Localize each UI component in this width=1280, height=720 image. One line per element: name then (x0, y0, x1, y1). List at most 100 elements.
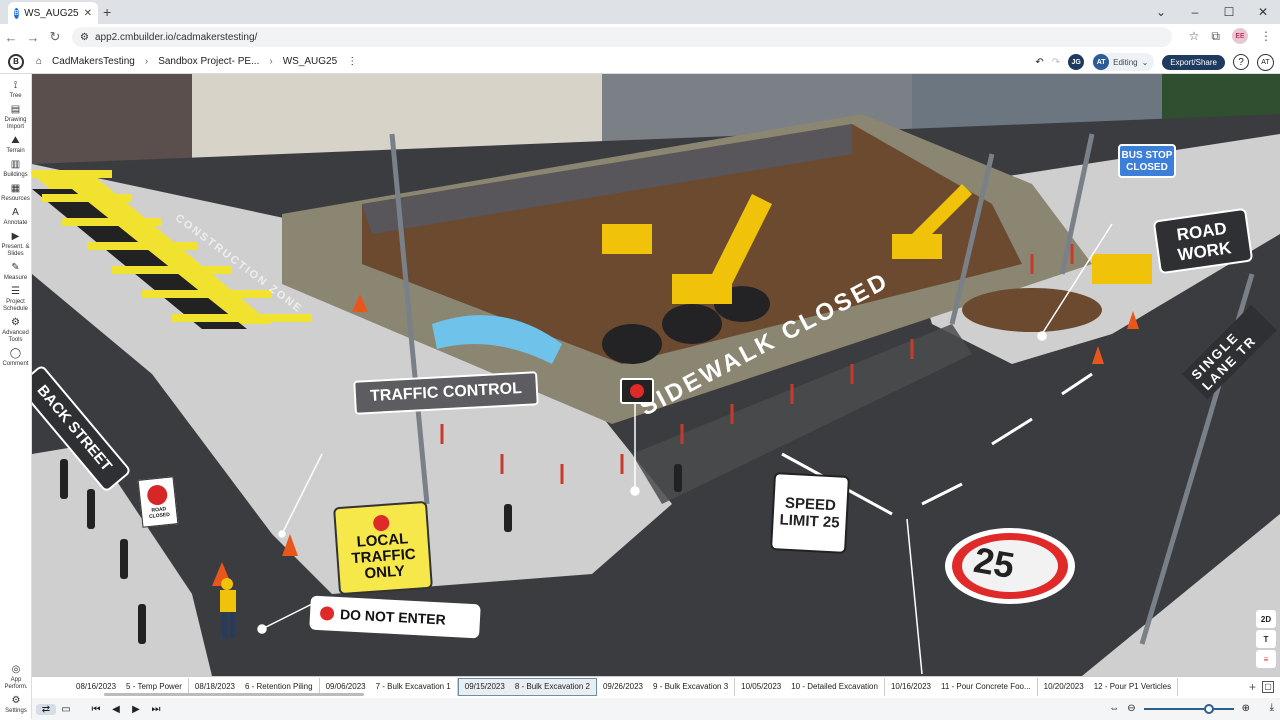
phase-date: 09/06/2023 (325, 682, 366, 691)
text-tool-icon[interactable]: T (1256, 630, 1276, 648)
phase-date: 10/05/2023 (741, 682, 782, 691)
more-menu-icon[interactable]: ⋮ (347, 56, 357, 67)
extensions-icon[interactable]: ⧉ (1211, 29, 1220, 44)
back-icon[interactable]: ← (0, 30, 22, 45)
close-tab-icon[interactable]: ✕ (84, 8, 92, 19)
zoom-in-icon[interactable]: ⊕ (1242, 703, 1250, 714)
present-mode-icon[interactable]: ▭ (56, 704, 76, 715)
maximize-button[interactable]: ☐ (1212, 0, 1246, 24)
tool-schedule[interactable]: ☰ Project Schedule (0, 286, 31, 313)
chevron-down-icon: ⌄ (1141, 57, 1149, 67)
tool-present[interactable]: ▶ Present. & Slides (0, 231, 31, 258)
timeline-scrollbar[interactable] (104, 693, 364, 696)
play-icon[interactable]: ▶ (126, 704, 146, 715)
2d-toggle-button[interactable]: 2D (1256, 610, 1276, 628)
timeline-mode-icon[interactable]: ⇄ (36, 703, 56, 715)
fit-icon[interactable]: ⇔ (1109, 703, 1119, 714)
forward-icon[interactable]: → (22, 30, 44, 45)
timeline-expand-icon[interactable]: ▢ (1262, 680, 1274, 693)
timeline-phase[interactable]: 09/15/2023 8 - Bulk Excavation 2 (457, 677, 597, 696)
local-traffic-only-sign[interactable]: LOCAL TRAFFIC ONLY (333, 500, 433, 596)
bottom-bar: ⇄ ▭ ⏮ ◀ ▶ ⏭ ⇔ ⊖ ⊕ ⤓ (32, 698, 1280, 720)
bookmark-star-icon[interactable]: ☆ (1189, 29, 1200, 43)
tool-drawing-import[interactable]: ▤ Drawing Import (0, 104, 31, 131)
phase-label: 7 - Bulk Excavation 1 (375, 682, 451, 691)
breadcrumb-org[interactable]: CadMakersTesting (52, 56, 135, 67)
reload-icon[interactable]: ↻ (44, 29, 66, 45)
timeline-phase[interactable]: 10/16/2023 11 - Pour Concrete Foo... (885, 677, 1038, 696)
account-avatar[interactable]: AT (1257, 53, 1274, 71)
tool-tree[interactable]: ⟟ Tree (0, 80, 31, 100)
local-traffic-text: LOCAL TRAFFIC ONLY (351, 530, 417, 583)
zoom-control: ⇔ ⊖ ⊕ (1109, 703, 1250, 714)
tool-settings[interactable]: ⚙ Settings (0, 695, 32, 715)
tree-icon: ⟟ (13, 80, 18, 91)
speed-25-marking: 25 (970, 538, 1018, 587)
zoom-slider-knob[interactable] (1203, 703, 1214, 714)
advanced-tools-icon: ⚙ (11, 317, 20, 328)
tool-label: Advanced Tools (2, 330, 29, 343)
layers-icon[interactable]: ≡ (1256, 650, 1276, 668)
tool-label: App Perform. (4, 677, 28, 690)
editing-dropdown[interactable]: AT Editing ⌄ (1092, 53, 1155, 71)
tool-label: Drawing Import (4, 117, 27, 130)
add-phase-button[interactable]: + (1243, 680, 1262, 694)
comment-icon: ◯ (9, 348, 22, 359)
step-back-icon[interactable]: ◀ (106, 704, 126, 715)
timeline-phase[interactable]: 10/20/2023 12 - Pour P1 Verticles (1038, 677, 1179, 696)
no-entry-icon (319, 606, 335, 621)
skip-start-icon[interactable]: ⏮ (86, 704, 106, 715)
download-icon[interactable]: ⤓ (1270, 702, 1274, 713)
breadcrumb-scene[interactable]: WS_AUG25 (283, 56, 337, 67)
drawing-import-icon: ▤ (10, 104, 21, 115)
url-text: app2.cmbuilder.io/cadmakerstesting/ (94, 31, 258, 43)
undo-icon[interactable]: ↶ (1035, 57, 1043, 68)
no-entry-icon (372, 514, 390, 532)
tool-terrain[interactable]: ⛰ Terrain (0, 135, 31, 155)
speed-limit-sign[interactable]: SPEED LIMIT 25 (770, 472, 850, 554)
zoom-out-icon[interactable]: ⊖ (1127, 703, 1135, 714)
site-info-icon[interactable]: ⚙ (80, 32, 89, 43)
tool-app-performance[interactable]: ◎ App Perform. (0, 664, 32, 691)
3d-viewport[interactable]: TRAFFIC CONTROL LOCAL TRAFFIC ONLY DO NO… (32, 74, 1280, 676)
new-tab-button[interactable]: + (103, 4, 111, 20)
no-pedestrian-sign[interactable] (620, 378, 654, 404)
tool-measure[interactable]: ✎ Measure (0, 262, 31, 282)
browser-menu-icon[interactable]: ⋮ (1260, 29, 1272, 43)
phase-date: 09/15/2023 (464, 682, 505, 691)
tool-annotate[interactable]: A Annotate (0, 207, 31, 227)
tool-comment[interactable]: ◯ Comment (0, 348, 31, 368)
bus-stop-closed-label[interactable]: BUS STOP CLOSED (1118, 144, 1176, 178)
phase-label: 11 - Pour Concrete Foo... (940, 682, 1031, 691)
phase-date: 08/16/2023 (76, 682, 117, 691)
app-header: B ⌂ CadMakersTesting › Sandbox Project- … (0, 50, 1280, 74)
export-share-button[interactable]: Export/Share (1162, 54, 1225, 70)
address-bar[interactable]: ⚙ app2.cmbuilder.io/cadmakerstesting/ (72, 27, 1172, 47)
scene-canvas[interactable] (32, 74, 1280, 676)
zoom-slider[interactable] (1143, 703, 1234, 714)
avatar: AT (1093, 54, 1110, 70)
skip-end-icon[interactable]: ⏭ (146, 704, 166, 715)
chevron-down-icon[interactable]: ⌄ (1144, 0, 1178, 24)
breadcrumb-project[interactable]: Sandbox Project- PE... (158, 56, 259, 67)
resources-icon: ▦ (10, 183, 21, 194)
redo-icon[interactable]: ↷ (1052, 57, 1060, 68)
minimize-button[interactable]: – (1178, 0, 1212, 24)
avatar[interactable]: JG (1068, 54, 1085, 70)
app-logo[interactable]: B (0, 53, 32, 70)
tool-resources[interactable]: ▦ Resources (0, 183, 31, 203)
browser-tab-bar: B WS_AUG25 ✕ + ⌄ – ☐ ✕ (0, 0, 1280, 24)
profile-avatar[interactable]: EE (1232, 28, 1248, 44)
timeline-phase[interactable]: 09/26/2023 9 - Bulk Excavation 3 (597, 677, 736, 696)
speed-limit-text: SPEED LIMIT 25 (779, 494, 840, 532)
browser-tab[interactable]: B WS_AUG25 ✕ (8, 2, 98, 24)
road-closed-sign[interactable]: ROAD CLOSED (137, 476, 179, 528)
help-icon[interactable]: ? (1233, 54, 1249, 70)
timeline-phase[interactable]: 10/05/2023 10 - Detailed Excavation (735, 677, 885, 696)
home-icon[interactable]: ⌂ (36, 56, 42, 67)
tool-label: Buildings (3, 172, 28, 178)
tool-advanced-tools[interactable]: ⚙ Advanced Tools (0, 317, 31, 344)
annotate-icon: A (12, 207, 19, 218)
tool-buildings[interactable]: ▥ Buildings (0, 159, 31, 179)
close-window-button[interactable]: ✕ (1246, 0, 1280, 24)
